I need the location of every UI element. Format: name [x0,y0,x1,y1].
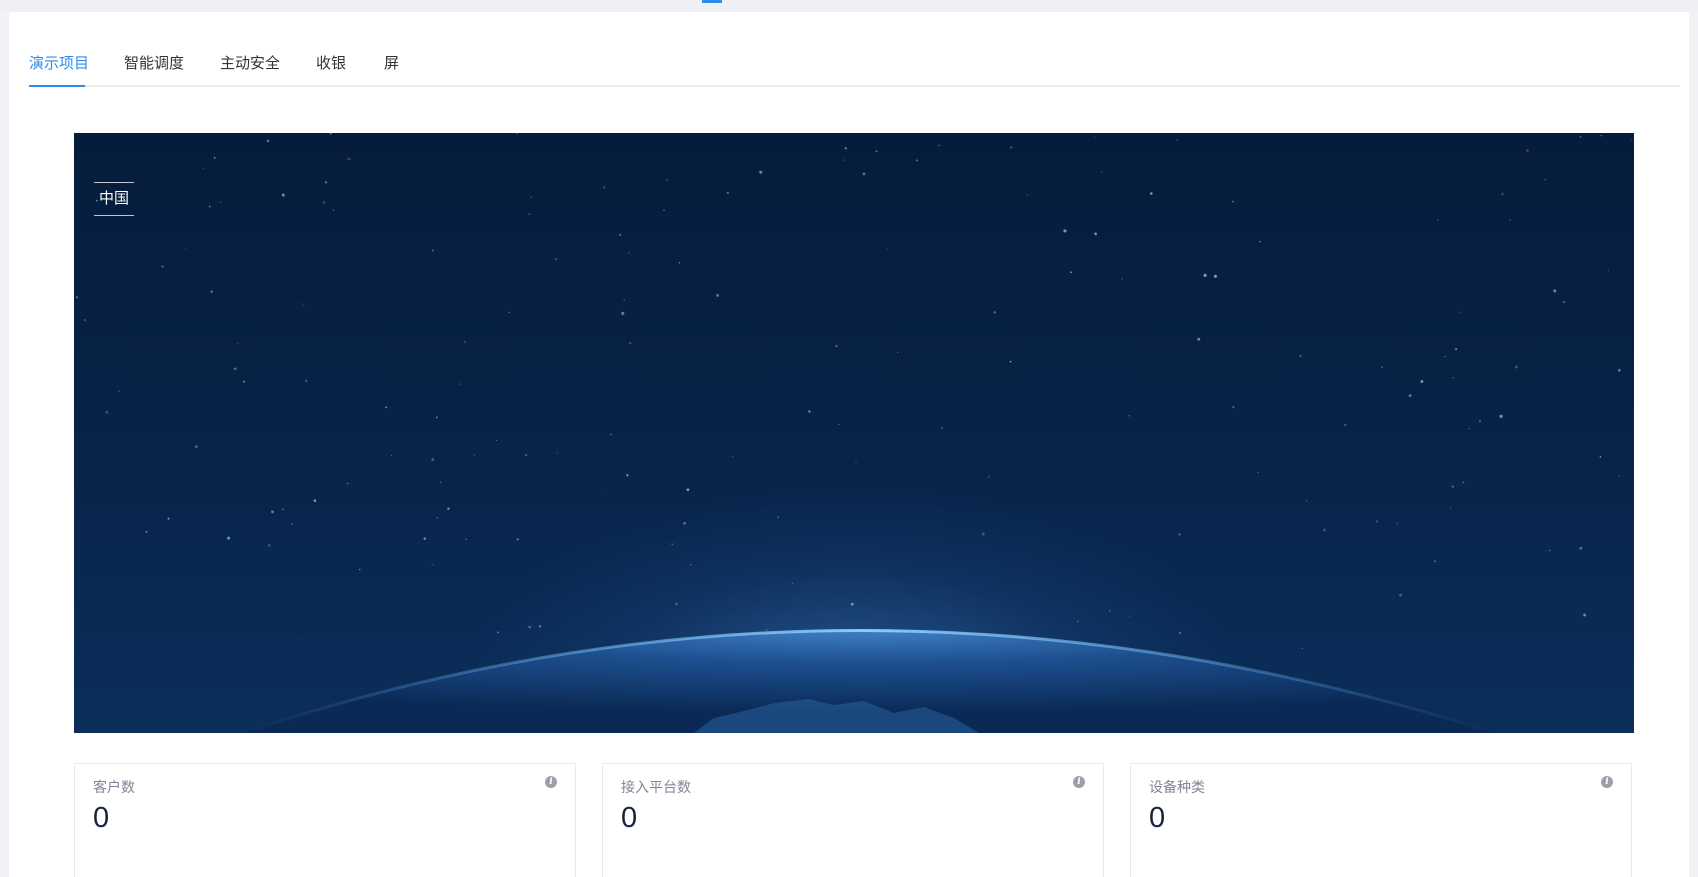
tab-active-safety[interactable]: 主动安全 [220,42,280,85]
info-icon[interactable]: i [1601,776,1613,788]
stat-label: 设备种类 [1149,779,1205,795]
top-scroll-indicator [702,0,722,3]
stat-value: 0 [93,802,110,834]
info-icon[interactable]: i [545,776,557,788]
top-strip [0,0,1698,12]
stat-card-customers: 客户数 0 i i [74,763,576,877]
stat-card-platforms: 接入平台数 0 i i [602,763,1104,877]
info-icon[interactable]: i [1073,776,1085,788]
tab-screen[interactable]: 屏 [384,42,399,85]
stat-value: 0 [621,802,638,834]
stat-card-device-types: 设备种类 0 i i [1130,763,1632,877]
stat-label: 客户数 [93,779,135,795]
stat-label: 接入平台数 [621,779,691,795]
globe-banner: 中国 [74,133,1634,733]
stat-value: 0 [1149,802,1166,834]
region-label[interactable]: 中国 [94,182,135,216]
tab-smart-dispatch[interactable]: 智能调度 [124,42,184,85]
content-panel: 演示项目 智能调度 主动安全 收银 屏 中国 客户数 0 i 接入平台数 0 i… [9,12,1689,877]
project-tabs: 演示项目 智能调度 主动安全 收银 屏 [29,42,1680,87]
earth-horizon [243,629,1495,733]
tab-demo-project[interactable]: 演示项目 [29,42,89,87]
tab-cashier[interactable]: 收银 [316,42,346,85]
